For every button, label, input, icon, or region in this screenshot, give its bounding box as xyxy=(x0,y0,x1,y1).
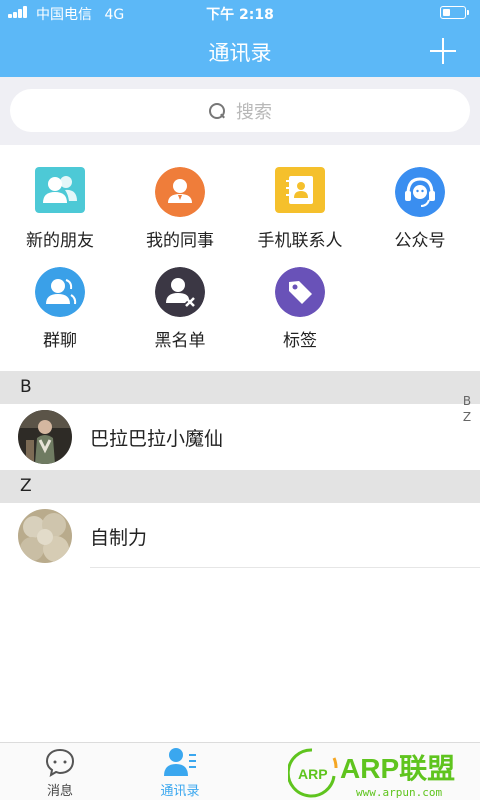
status-bar: 中国电信 4G 下午 2:18 xyxy=(0,0,480,24)
contact-name: 巴拉巴拉小魔仙 xyxy=(90,428,224,450)
shortcut-label: 公众号 xyxy=(394,231,446,251)
contact-row-b[interactable]: 巴拉巴拉小魔仙 xyxy=(0,404,480,468)
index-letter-z[interactable]: Z xyxy=(460,409,474,425)
tab-contacts[interactable]: 通讯录 xyxy=(120,743,240,800)
index-letter-b[interactable]: B xyxy=(460,393,474,409)
shortcut-official-account[interactable]: 公众号 xyxy=(360,167,480,267)
shortcut-label: 手机联系人 xyxy=(257,231,343,251)
shortcut-colleagues[interactable]: 我的同事 xyxy=(120,167,240,267)
tab-label: 通讯录 xyxy=(160,784,200,799)
contacts-screen: 中国电信 4G 下午 2:18 通讯录 搜索 新的朋友 我的同事 手机联系人 公… xyxy=(0,0,480,800)
colleagues-icon xyxy=(155,167,205,217)
arp-watermark: ARP ARP联盟 www.arpun.com xyxy=(286,746,480,800)
search-placeholder: 搜索 xyxy=(236,101,272,123)
new-friends-icon xyxy=(35,167,85,213)
shortcut-label: 新的朋友 xyxy=(26,231,94,251)
contact-name: 自制力 xyxy=(90,527,148,549)
arp-url-text: www.arpun.com xyxy=(356,786,442,799)
search-icon xyxy=(208,102,226,120)
phone-contacts-icon xyxy=(275,167,325,213)
avatar xyxy=(18,509,72,563)
group-chat-icon xyxy=(35,267,85,317)
contact-row-z[interactable]: 自制力 xyxy=(0,503,480,567)
shortcut-new-friends[interactable]: 新的朋友 xyxy=(0,167,120,267)
shortcut-label: 标签 xyxy=(283,331,317,351)
tab-label: 消息 xyxy=(46,784,73,799)
arp-logo: ARP ARP联盟 www.arpun.com xyxy=(286,748,455,799)
avatar xyxy=(18,410,72,464)
section-header-b: B xyxy=(0,371,480,404)
battery-icon xyxy=(440,6,469,19)
arp-logo-text: ARP xyxy=(298,766,328,782)
status-time: 下午 2:18 xyxy=(206,7,274,23)
chat-bubble-icon xyxy=(45,748,75,777)
blacklist-icon xyxy=(155,267,205,317)
shortcut-grid: 新的朋友 我的同事 手机联系人 公众号 群聊 黑名单 标签 xyxy=(0,145,480,371)
contacts-icon xyxy=(164,748,196,776)
shortcut-label: 我的同事 xyxy=(146,231,214,251)
row-divider xyxy=(90,567,480,568)
arp-brand-text: ARP联盟 xyxy=(340,753,455,784)
tab-messages[interactable]: 消息 xyxy=(0,743,120,800)
header: 中国电信 4G 下午 2:18 通讯录 xyxy=(0,0,480,77)
shortcut-label: 群聊 xyxy=(43,331,77,351)
search-area: 搜索 xyxy=(0,77,480,145)
add-button[interactable] xyxy=(430,38,456,64)
section-header-z: Z xyxy=(0,470,480,503)
shortcut-phone-contacts[interactable]: 手机联系人 xyxy=(240,167,360,267)
shortcut-blacklist[interactable]: 黑名单 xyxy=(120,267,240,367)
tag-icon xyxy=(275,267,325,317)
shortcut-label: 黑名单 xyxy=(154,331,206,351)
search-input[interactable]: 搜索 xyxy=(10,89,470,132)
page-title: 通讯录 xyxy=(208,41,272,65)
shortcut-tag[interactable]: 标签 xyxy=(240,267,360,367)
official-account-icon xyxy=(395,167,445,217)
shortcut-group-chat[interactable]: 群聊 xyxy=(0,267,120,367)
